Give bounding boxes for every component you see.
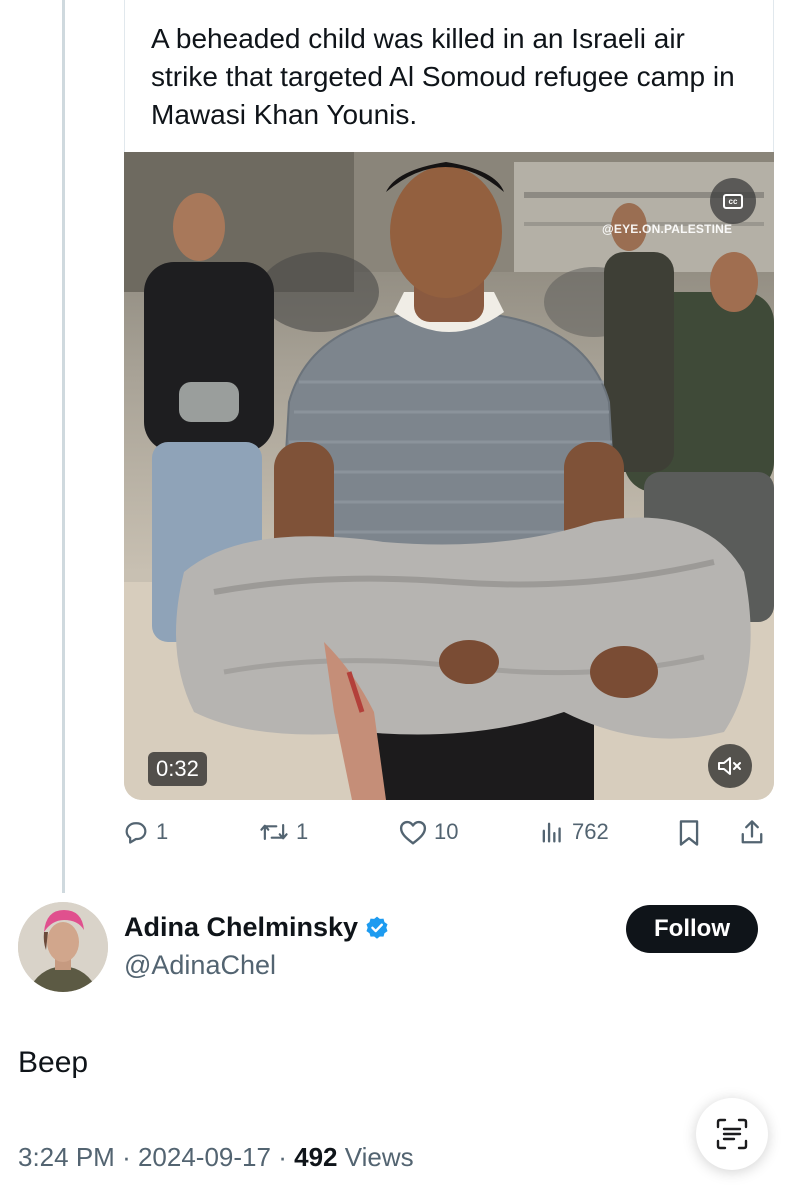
mute-button[interactable] [708, 744, 752, 788]
reply-count: 1 [156, 819, 169, 844]
quoted-tweet-card[interactable]: A beheaded child was killed in an Israel… [124, 0, 774, 152]
video-frame [124, 152, 774, 800]
avatar[interactable] [18, 902, 108, 992]
scan-text-button[interactable] [696, 1098, 768, 1170]
reply-button[interactable]: 1 [122, 818, 168, 846]
views-count: 762 [572, 819, 609, 844]
tweet-date[interactable]: 2024-09-17 [138, 1142, 271, 1172]
video-watermark: @EYE.ON.PALESTINE [602, 222, 733, 236]
like-count: 10 [434, 819, 459, 844]
author-handle[interactable]: @AdinaChel [124, 950, 276, 981]
follow-button[interactable]: Follow [626, 905, 758, 953]
author-name[interactable]: Adina Chelminsky [124, 912, 390, 943]
tweet-views-count: 492 [294, 1142, 338, 1172]
share-button[interactable] [738, 818, 766, 848]
scan-text-icon [716, 1118, 748, 1150]
quoted-tweet-text: A beheaded child was killed in an Israel… [151, 23, 735, 130]
meta-separator: · [278, 1142, 287, 1172]
quoted-tweet-actions: 1 1 10 762 [122, 812, 772, 856]
author-display-name: Adina Chelminsky [124, 912, 359, 942]
video-duration: 0:32 [148, 752, 207, 786]
repost-button[interactable]: 1 [258, 818, 308, 846]
repost-count: 1 [296, 819, 309, 844]
video-player[interactable]: cc @EYE.ON.PALESTINE 0:32 [124, 152, 774, 800]
bookmark-button[interactable] [676, 818, 702, 848]
thread-connector-line [62, 0, 65, 893]
repost-icon [260, 824, 288, 840]
bookmark-icon [679, 820, 699, 846]
speaker-muted-icon [718, 757, 741, 775]
tweet-meta: 3:24 PM · 2024-09-17 · 492 Views [18, 1142, 414, 1173]
meta-separator: · [122, 1142, 131, 1172]
reply-icon [125, 822, 147, 844]
tweet-views-label: Views [344, 1142, 414, 1172]
avatar-image [18, 902, 108, 992]
share-icon [741, 820, 763, 844]
views-button[interactable]: 762 [538, 818, 609, 846]
analytics-icon [542, 822, 561, 843]
verified-badge-icon [366, 916, 388, 939]
cc-icon: cc [723, 193, 743, 209]
heart-icon [399, 820, 427, 845]
captions-button[interactable]: cc [710, 178, 756, 224]
tweet-time[interactable]: 3:24 PM [18, 1142, 115, 1172]
like-button[interactable]: 10 [398, 818, 458, 846]
tweet-text: Beep [18, 1046, 89, 1079]
